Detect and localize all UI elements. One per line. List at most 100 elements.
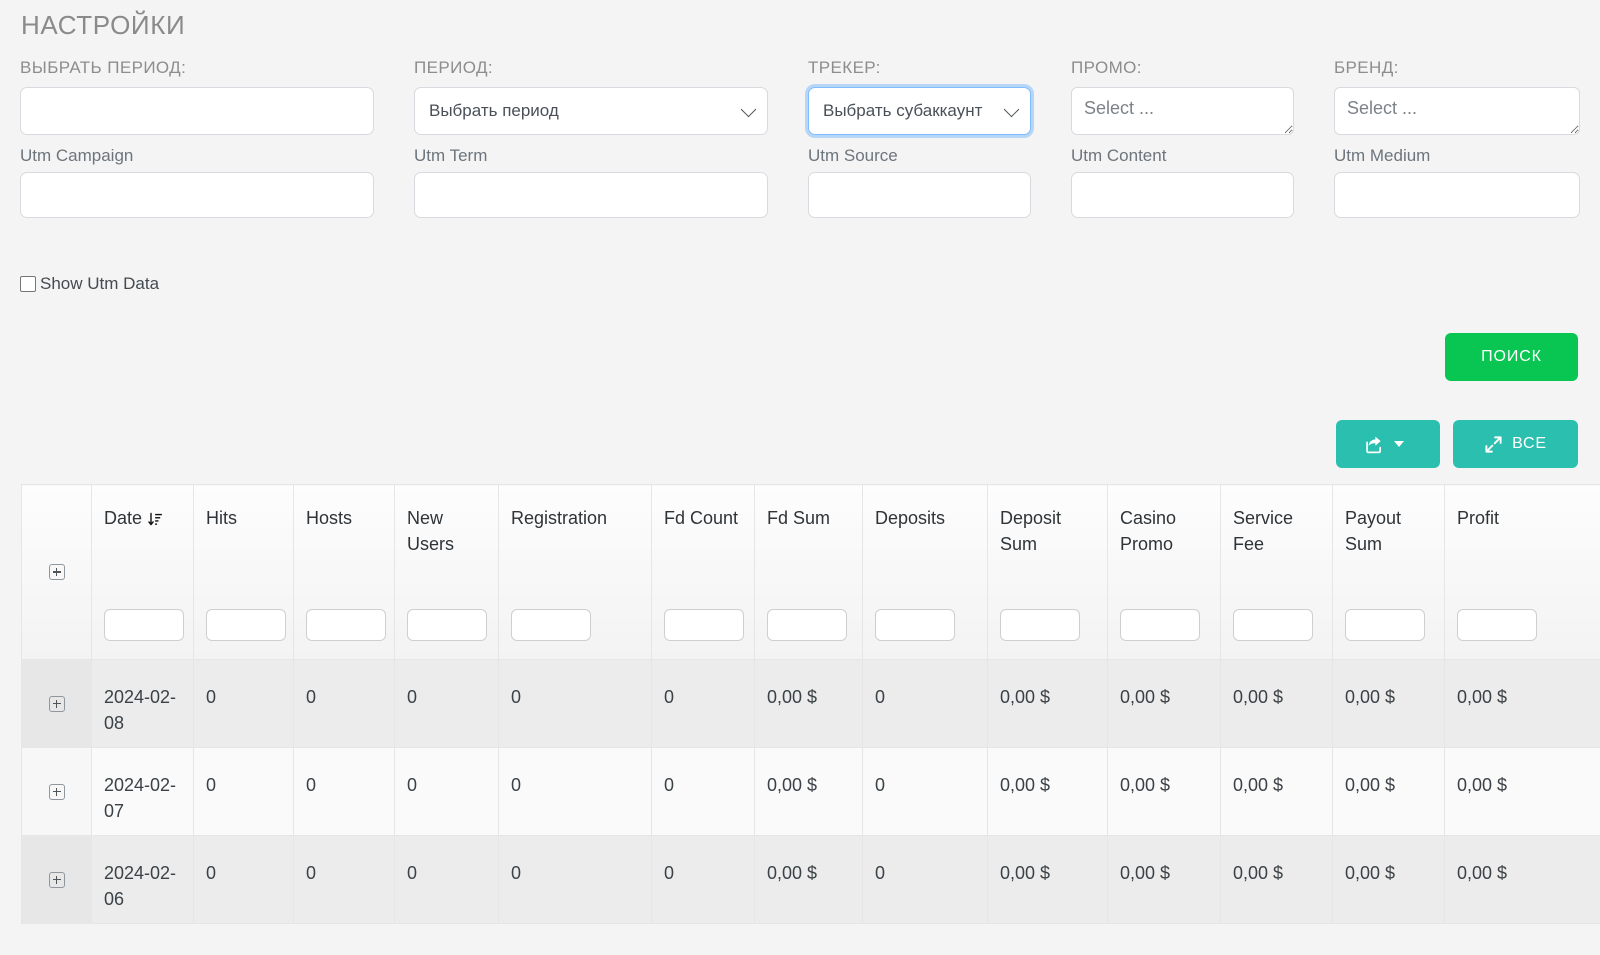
plus-square-icon[interactable] [48, 871, 65, 888]
utm-term-input[interactable] [414, 172, 768, 218]
cell-service_fee: 0,00 $ [1220, 835, 1333, 924]
filter-label-period: ПЕРИОД: [414, 58, 494, 77]
column-filter-hits[interactable] [206, 609, 286, 641]
cell-profit: 0,00 $ [1444, 659, 1600, 748]
plus-square-icon[interactable] [48, 564, 65, 580]
cell-service_fee: 0,00 $ [1220, 659, 1333, 748]
cell-hosts: 0 [293, 747, 395, 836]
column-header-label: Hosts [306, 508, 353, 528]
cell-value: 0 [875, 687, 886, 707]
table-row[interactable]: 2024-02-06 0 0 0 0 0 0,00 $ 0 0,00 $ 0,00 $ 0,00 $… [21, 835, 1600, 924]
cell-value: 0 [206, 863, 217, 883]
cell-value: 0,00 $ [1345, 687, 1396, 707]
table-row[interactable]: 2024-02-07 0 0 0 0 0 0,00 $ 0 0,00 $ 0,00 $ 0,00 $… [21, 747, 1600, 836]
column-header-service_fee[interactable]: Service Fee [1220, 484, 1333, 660]
column-header-label: Registration [511, 508, 608, 528]
plus-square-icon[interactable] [48, 695, 65, 712]
column-filter-date[interactable] [104, 609, 184, 641]
cell-fd_count: 0 [651, 747, 755, 836]
column-filter-deposit_sum[interactable] [1000, 609, 1080, 641]
expand-arrows-icon [1485, 435, 1502, 453]
utm-source-input[interactable] [808, 172, 1031, 218]
cell-value: 0 [306, 775, 317, 795]
cell-value: 0 [511, 775, 522, 795]
row-expand-cell[interactable] [21, 659, 92, 748]
column-filter-fd_count[interactable] [664, 609, 744, 641]
show-utm-data-checkbox[interactable] [20, 276, 36, 292]
column-filter-profit[interactable] [1457, 609, 1537, 641]
cell-hosts: 0 [293, 835, 395, 924]
cell-casino_promo: 0,00 $ [1107, 835, 1221, 924]
utm-campaign-input[interactable] [20, 172, 374, 218]
column-header-deposits[interactable]: Deposits [862, 484, 988, 660]
cell-value: 0 [407, 687, 418, 707]
column-filter-payout_sum[interactable] [1345, 609, 1425, 641]
column-filter-deposits[interactable] [875, 609, 955, 641]
column-header-fd_count[interactable]: Fd Count [651, 484, 755, 660]
cell-casino_promo: 0,00 $ [1107, 659, 1221, 748]
chevron-down-icon [1393, 441, 1404, 447]
expand-all-header-cell[interactable] [21, 484, 92, 660]
cell-value: 0,00 $ [1233, 863, 1284, 883]
expand-all-button[interactable]: ВСЕ [1453, 420, 1578, 468]
filter-utm-content: Utm Content [1051, 146, 1314, 218]
column-filter-service_fee[interactable] [1233, 609, 1313, 641]
column-filter-casino_promo[interactable] [1120, 609, 1200, 641]
table-row[interactable]: 2024-02-08 0 0 0 0 0 0,00 $ 0 0,00 $ 0,00 $ 0,00 $… [21, 659, 1600, 748]
column-filter-new_users[interactable] [407, 609, 487, 641]
cell-new_users: 0 [394, 659, 499, 748]
row-expand-cell[interactable] [21, 835, 92, 924]
brand-select[interactable]: Select ... [1334, 87, 1580, 135]
column-header-hosts[interactable]: Hosts [293, 484, 395, 660]
column-header-registration[interactable]: Registration [498, 484, 652, 660]
cell-value: 0 [306, 687, 317, 707]
column-filter-fd_sum[interactable] [767, 609, 847, 641]
column-header-deposit_sum[interactable]: Deposit Sum [987, 484, 1108, 660]
export-button[interactable] [1336, 420, 1440, 468]
promo-select[interactable]: Select ... [1071, 87, 1294, 135]
column-header-label: Service Fee [1233, 508, 1294, 554]
column-filter-hosts[interactable] [306, 609, 386, 641]
sort-descending-icon [148, 512, 162, 526]
filters-row-utm: Utm Campaign Utm Term Utm Source Utm Con… [0, 146, 1600, 218]
column-header-casino_promo[interactable]: Casino Promo [1107, 484, 1221, 660]
select-period-input[interactable] [20, 87, 374, 135]
tracker-select[interactable]: Выбрать субаккаунт [808, 87, 1031, 135]
cell-value: 0 [206, 687, 217, 707]
column-header-payout_sum[interactable]: Payout Sum [1332, 484, 1445, 660]
period-select[interactable]: Выбрать период [414, 87, 768, 135]
cell-value: 0,00 $ [1457, 775, 1508, 795]
utm-medium-input[interactable] [1334, 172, 1580, 218]
column-header-date[interactable]: Date [91, 484, 194, 660]
cell-value: 0,00 $ [1000, 863, 1051, 883]
column-header-new_users[interactable]: New Users [394, 484, 499, 660]
cell-new_users: 0 [394, 747, 499, 836]
column-header-profit[interactable]: Profit [1444, 484, 1600, 660]
cell-value: 0,00 $ [767, 863, 818, 883]
utm-content-input[interactable] [1071, 172, 1294, 218]
column-header-label: Profit [1457, 508, 1500, 528]
cell-value: 0,00 $ [1120, 775, 1171, 795]
cell-deposit_sum: 0,00 $ [987, 835, 1108, 924]
show-utm-data-row[interactable]: Show Utm Data [20, 274, 159, 294]
expand-all-label: ВСЕ [1512, 435, 1547, 452]
cell-value: 0 [206, 775, 217, 795]
column-header-hits[interactable]: Hits [193, 484, 294, 660]
search-button[interactable]: ПОИСК [1445, 333, 1578, 381]
filter-label-utm-source: Utm Source [808, 146, 898, 165]
column-filter-registration[interactable] [511, 609, 591, 641]
cell-value: 0,00 $ [767, 687, 818, 707]
report-table-scroll[interactable]: Date Hits Hosts New Users Registration Fd Cou… [21, 484, 1600, 955]
column-header-fd_sum[interactable]: Fd Sum [754, 484, 863, 660]
cell-hits: 0 [193, 659, 294, 748]
plus-square-icon[interactable] [48, 783, 65, 800]
row-expand-cell[interactable] [21, 747, 92, 836]
filter-label-select-period: ВЫБРАТЬ ПЕРИОД: [20, 58, 187, 77]
filter-label-brand: БРЕНД: [1334, 58, 1399, 77]
cell-profit: 0,00 $ [1444, 835, 1600, 924]
cell-value: 0,00 $ [1233, 687, 1284, 707]
cell-value: 0 [875, 775, 886, 795]
filter-label-promo: ПРОМО: [1071, 58, 1142, 77]
column-header-label: Date [104, 505, 185, 531]
cell-service_fee: 0,00 $ [1220, 747, 1333, 836]
